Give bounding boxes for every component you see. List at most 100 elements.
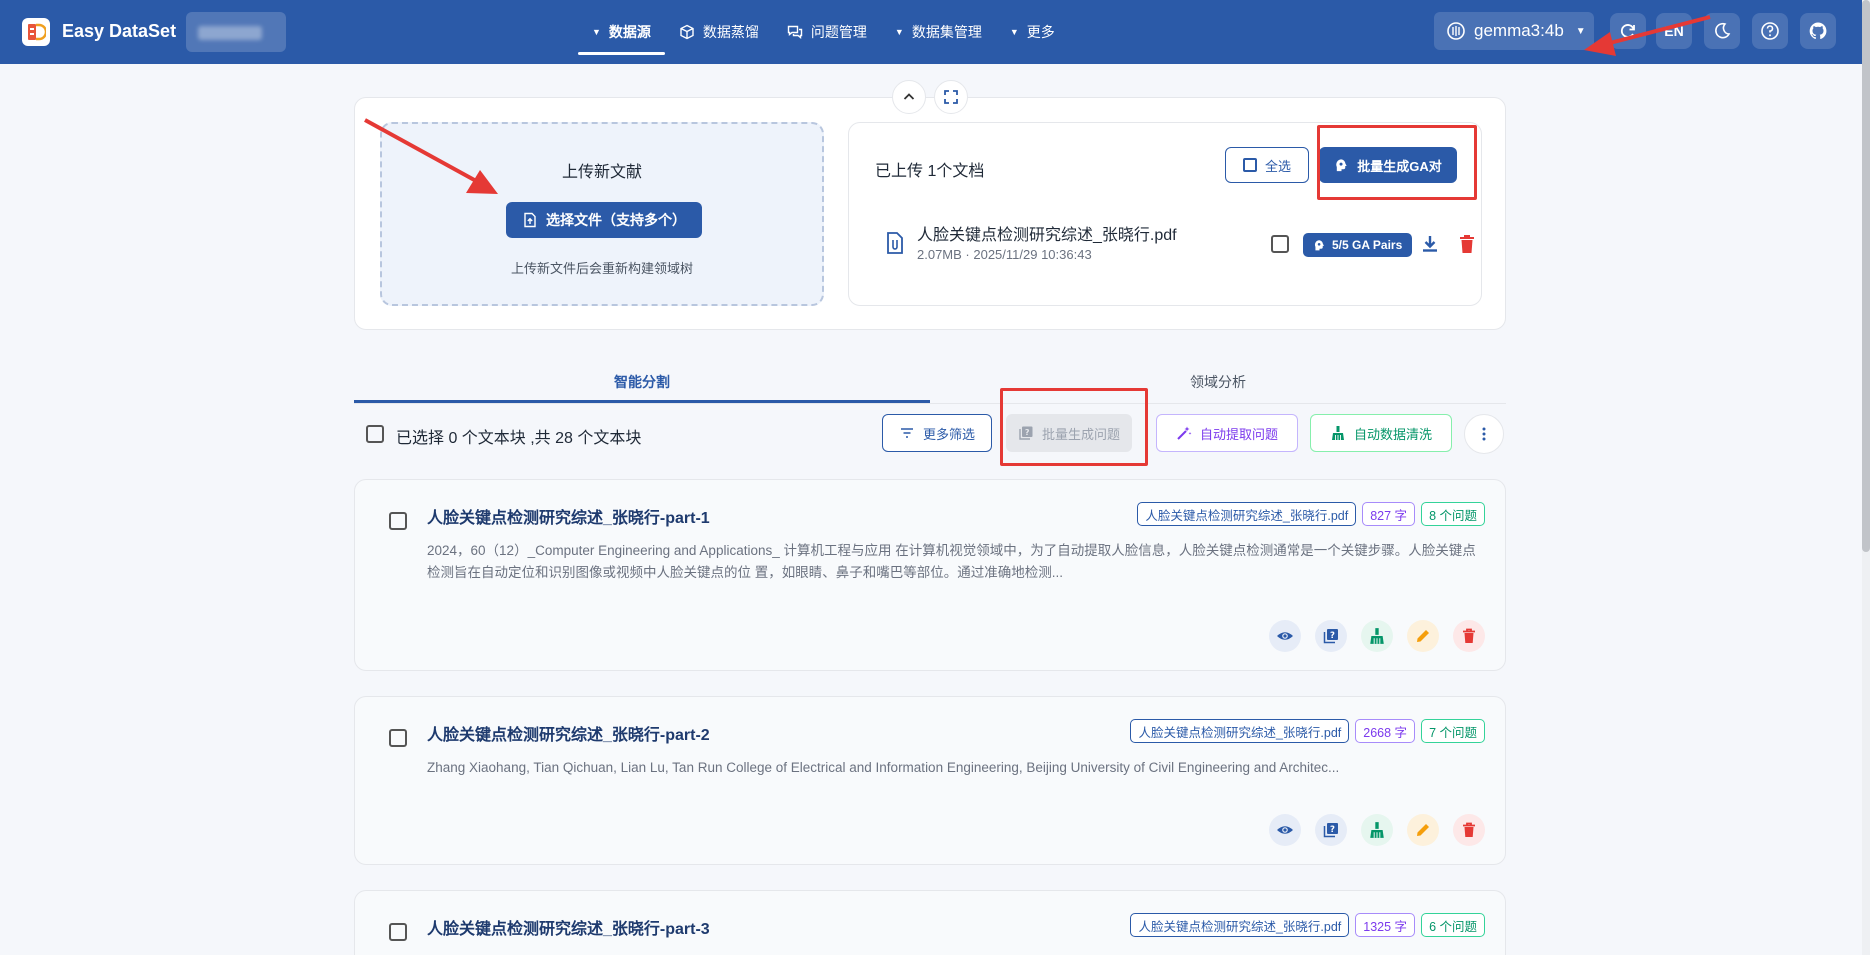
eye-icon bbox=[1277, 826, 1293, 834]
upload-title: 上传新文献 bbox=[561, 164, 642, 181]
question-library-icon: ? bbox=[1323, 629, 1338, 644]
document-checkbox[interactable] bbox=[1271, 235, 1289, 253]
nav-question-manage[interactable]: 问题管理 bbox=[773, 0, 881, 64]
chunk-title[interactable]: 人脸关键点检测研究综述_张晓行-part-2 bbox=[427, 721, 710, 745]
chunk-actions: ? bbox=[1269, 814, 1485, 846]
page-scrollbar[interactable] bbox=[1862, 0, 1870, 955]
more-filter-button[interactable]: 更多筛选 bbox=[882, 414, 992, 452]
refresh-button[interactable] bbox=[1610, 13, 1646, 49]
chunk-content: 2024，60（12）_Computer Engineering and App… bbox=[427, 543, 1476, 580]
ga-pairs-badge[interactable]: 5/5 GA Pairs bbox=[1303, 233, 1413, 257]
delete-icon bbox=[1463, 822, 1475, 837]
chunk-title[interactable]: 人脸关键点检测研究综述_张晓行-part-1 bbox=[427, 504, 710, 528]
collapse-button[interactable] bbox=[892, 80, 926, 114]
chat-icon bbox=[787, 25, 803, 39]
help-icon bbox=[1761, 22, 1779, 40]
highlight-box bbox=[1317, 125, 1477, 200]
chevron-up-icon bbox=[903, 93, 915, 100]
pencil-icon bbox=[1417, 824, 1429, 836]
theme-toggle[interactable] bbox=[1704, 13, 1740, 49]
broom-icon bbox=[1370, 822, 1384, 838]
edit-button[interactable] bbox=[1407, 814, 1439, 846]
chunk-actions: ? bbox=[1269, 620, 1485, 652]
checkbox-icon bbox=[1242, 158, 1257, 172]
select-file-button[interactable]: 选择文件（支持多个） bbox=[506, 202, 702, 238]
nav-data-distill[interactable]: 数据蒸馏 bbox=[665, 0, 773, 64]
tabs-divider bbox=[354, 403, 1506, 404]
document-row: 人脸关键点检测研究综述_张晓行.pdf 2.07MB · 2025/11/29 … bbox=[885, 219, 1474, 269]
cube-icon bbox=[680, 24, 694, 40]
chunk-tags: 人脸关键点检测研究综述_张晓行.pdf 1325 字 6 个问题 bbox=[1130, 913, 1485, 937]
char-count-tag: 827 字 bbox=[1362, 502, 1416, 526]
generate-questions-button[interactable]: ? bbox=[1315, 620, 1347, 652]
highlight-box bbox=[1000, 388, 1148, 466]
more-vertical-icon bbox=[1482, 427, 1486, 441]
content-tabs: 智能分割 领域分析 bbox=[354, 360, 1506, 404]
question-count-tag: 6 个问题 bbox=[1421, 913, 1485, 937]
caret-down-icon: ▼ bbox=[1575, 25, 1586, 37]
nav-dataset-manage[interactable]: ▼ 数据集管理 bbox=[881, 0, 996, 64]
select-all-button[interactable]: 全选 bbox=[1225, 147, 1309, 183]
main-nav: ▼ 数据源 数据蒸馏 问题管理 ▼ 数据集管理 ▼ 更多 bbox=[578, 0, 1069, 64]
char-count-tag: 2668 字 bbox=[1355, 719, 1416, 743]
auto-extract-questions-button[interactable]: 自动提取问题 bbox=[1156, 414, 1298, 452]
chunk-title[interactable]: 人脸关键点检测研究综述_张晓行-part-3 bbox=[427, 915, 710, 939]
delete-icon[interactable] bbox=[1457, 233, 1477, 255]
pencil-icon bbox=[1417, 630, 1429, 642]
clean-button[interactable] bbox=[1361, 620, 1393, 652]
documents-title: 已上传 1个文档 bbox=[875, 163, 985, 180]
view-button[interactable] bbox=[1269, 620, 1301, 652]
delete-icon bbox=[1463, 628, 1475, 643]
caret-down-icon: ▼ bbox=[592, 27, 601, 37]
char-count-tag: 1325 字 bbox=[1355, 913, 1416, 937]
auto-data-clean-button[interactable]: 自动数据清洗 bbox=[1310, 414, 1452, 452]
view-button[interactable] bbox=[1269, 814, 1301, 846]
model-selector[interactable]: gemma3:4b ▼ bbox=[1434, 12, 1594, 50]
scroll-thumb[interactable] bbox=[1862, 0, 1870, 552]
edit-button[interactable] bbox=[1407, 620, 1439, 652]
file-tag: 人脸关键点检测研究综述_张晓行.pdf bbox=[1130, 719, 1350, 743]
broom-icon bbox=[1331, 426, 1344, 440]
brain-icon bbox=[1314, 239, 1324, 250]
model-icon bbox=[1447, 22, 1465, 40]
generate-questions-button[interactable]: ? bbox=[1315, 814, 1347, 846]
fullscreen-button[interactable] bbox=[934, 80, 968, 114]
file-upload-icon bbox=[524, 212, 536, 228]
file-drop-zone[interactable]: 上传新文献 选择文件（支持多个） 上传新文件后会重新构建领域树 bbox=[380, 122, 824, 306]
delete-button[interactable] bbox=[1453, 620, 1485, 652]
delete-button[interactable] bbox=[1453, 814, 1485, 846]
top-bar: Easy DataSet ▼ 数据源 数据蒸馏 问题管理 ▼ 数据集管理 ▼ 更… bbox=[0, 0, 1862, 64]
chunk-tags: 人脸关键点检测研究综述_张晓行.pdf 827 字 8 个问题 bbox=[1137, 502, 1485, 526]
download-icon[interactable] bbox=[1419, 233, 1441, 255]
app-logo[interactable] bbox=[22, 18, 50, 46]
project-selector[interactable] bbox=[186, 12, 286, 52]
filter-icon bbox=[900, 428, 913, 438]
more-actions-button[interactable] bbox=[1464, 414, 1504, 454]
chunk-checkbox[interactable] bbox=[389, 923, 407, 941]
chunk-checkbox[interactable] bbox=[389, 512, 407, 530]
chunk-tags: 人脸关键点检测研究综述_张晓行.pdf 2668 字 7 个问题 bbox=[1130, 719, 1485, 743]
upload-hint: 上传新文件后会重新构建领域树 bbox=[510, 261, 693, 276]
select-all-chunks-checkbox[interactable] bbox=[366, 425, 384, 443]
tab-smart-split[interactable]: 智能分割 bbox=[354, 360, 930, 404]
chunk-checkbox[interactable] bbox=[389, 729, 407, 747]
help-button[interactable] bbox=[1752, 13, 1788, 49]
document-meta: 2.07MB · 2025/11/29 10:36:43 bbox=[917, 247, 1092, 262]
chunk-card[interactable]: 人脸关键点检测研究综述_张晓行-part-2 人脸关键点检测研究综述_张晓行.p… bbox=[354, 696, 1506, 865]
language-button[interactable]: EN bbox=[1656, 13, 1692, 49]
github-icon bbox=[1809, 22, 1827, 40]
clean-button[interactable] bbox=[1361, 814, 1393, 846]
file-tag: 人脸关键点检测研究综述_张晓行.pdf bbox=[1137, 502, 1357, 526]
nav-data-source[interactable]: ▼ 数据源 bbox=[578, 0, 665, 64]
chunk-content: Zhang Xiaohang, Tian Qichuan, Lian Lu, T… bbox=[427, 760, 1340, 775]
question-library-icon: ? bbox=[1323, 823, 1338, 838]
question-count-tag: 7 个问题 bbox=[1421, 719, 1485, 743]
svg-text:?: ? bbox=[1330, 825, 1335, 835]
chunk-card[interactable]: 人脸关键点检测研究综述_张晓行-part-3 人脸关键点检测研究综述_张晓行.p… bbox=[354, 890, 1506, 955]
chunk-card[interactable]: 人脸关键点检测研究综述_张晓行-part-1 人脸关键点检测研究综述_张晓行.p… bbox=[354, 479, 1506, 671]
nav-more[interactable]: ▼ 更多 bbox=[996, 0, 1069, 64]
github-button[interactable] bbox=[1800, 13, 1836, 49]
attachment-file-icon bbox=[887, 232, 903, 254]
file-tag: 人脸关键点检测研究综述_张晓行.pdf bbox=[1130, 913, 1350, 937]
refresh-icon bbox=[1620, 24, 1635, 38]
